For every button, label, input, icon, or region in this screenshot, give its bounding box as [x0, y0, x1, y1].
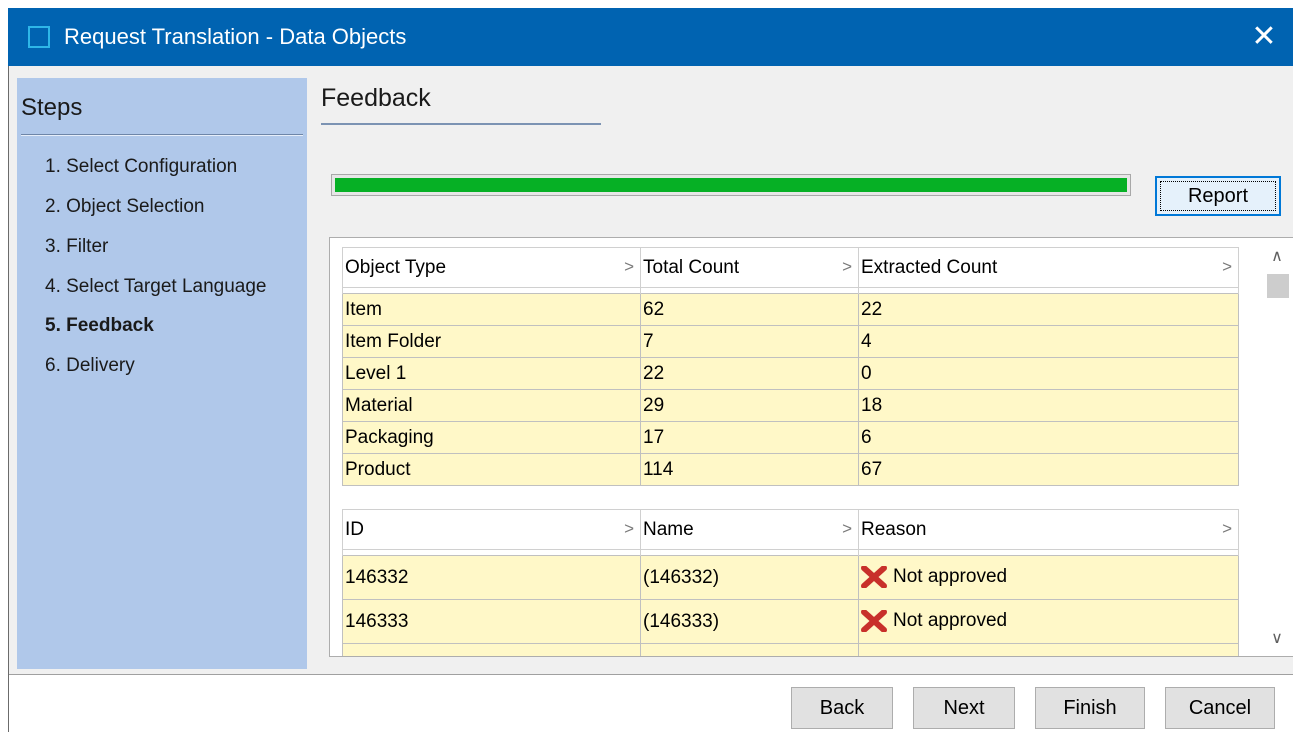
app-icon	[28, 26, 50, 48]
table-row[interactable]: 146332 (146332) Not approved	[342, 555, 1239, 600]
cell-extracted-count: 6	[858, 421, 1239, 454]
table-row[interactable]: Packaging 17 6	[342, 421, 1239, 454]
step-object-selection: 2. Object Selection	[45, 196, 205, 217]
detail-table: ID > Name > Reason > 146332 (146332) Not…	[342, 509, 1239, 656]
reason-text: Not approved	[893, 566, 1008, 588]
table-row[interactable]: Item Folder 7 4	[342, 325, 1239, 358]
chevron-right-icon: >	[842, 519, 852, 538]
step-select-target-language: 4. Select Target Language	[45, 276, 267, 297]
scroll-thumb[interactable]	[1267, 274, 1289, 298]
chevron-right-icon: >	[624, 519, 634, 538]
table-row[interactable]: Material 29 18	[342, 389, 1239, 422]
column-header-label: Object Type	[345, 256, 447, 278]
chevron-right-icon: >	[1222, 257, 1232, 276]
table-row[interactable]: Product 114 67	[342, 453, 1239, 486]
column-header-label: ID	[345, 518, 364, 540]
cell-id: 146333	[342, 599, 641, 644]
chevron-right-icon: >	[1222, 519, 1232, 538]
column-header-label: Name	[643, 518, 694, 540]
cell-object-type: Packaging	[342, 421, 641, 454]
chevron-right-icon: >	[624, 257, 634, 276]
cell-extracted-count: 4	[858, 325, 1239, 358]
table-row[interactable]: Item 62 22	[342, 293, 1239, 326]
progress-bar	[331, 174, 1131, 196]
dialog-body: Steps 1. Select Configuration 2. Object …	[8, 66, 1293, 733]
cell-object-type: Item	[342, 293, 641, 326]
cell-extracted-count: 22	[858, 293, 1239, 326]
cell-id: 146332	[342, 555, 641, 600]
close-button[interactable]: ✕	[1247, 20, 1281, 54]
report-button[interactable]: Report	[1155, 176, 1281, 216]
progress-fill	[335, 178, 1127, 192]
title-underline	[321, 123, 601, 125]
cell-total-count: 62	[640, 293, 859, 326]
column-header-id[interactable]: ID >	[342, 509, 641, 550]
cell-extracted-count: 0	[858, 357, 1239, 390]
report-button-label: Report	[1160, 181, 1276, 211]
column-header-label: Total Count	[643, 256, 740, 278]
column-header-label: Reason	[861, 518, 927, 540]
step-filter: 3. Filter	[45, 236, 109, 257]
chevron-up-icon[interactable]: ∧	[1260, 240, 1293, 274]
cell-reason: Not approved	[858, 555, 1239, 600]
step-delivery: 6. Delivery	[45, 355, 135, 376]
step-select-configuration: 1. Select Configuration	[45, 156, 238, 177]
steps-divider	[21, 134, 303, 136]
finish-button[interactable]: Finish	[1035, 687, 1145, 729]
cell-object-type: Item Folder	[342, 325, 641, 358]
column-header-reason[interactable]: Reason >	[858, 509, 1239, 550]
red-x-icon	[861, 610, 887, 633]
cell-name: (146333)	[640, 599, 859, 644]
cell-total-count: 29	[640, 389, 859, 422]
chevron-right-icon: >	[842, 257, 852, 276]
cell-total-count: 114	[640, 453, 859, 486]
column-header-label: Extracted Count	[861, 256, 998, 278]
back-button[interactable]: Back	[791, 687, 893, 729]
cell-extracted-count: 67	[858, 453, 1239, 486]
cell-total-count: 7	[640, 325, 859, 358]
column-header-total-count[interactable]: Total Count >	[640, 247, 859, 288]
chevron-down-icon[interactable]: ∨	[1260, 622, 1293, 656]
cell-object-type: Level 1	[342, 357, 641, 390]
summary-table: Object Type > Total Count > Extracted Co…	[342, 247, 1239, 486]
cell-name: (146332)	[640, 555, 859, 600]
cell-empty	[640, 643, 859, 656]
steps-header: Steps	[21, 94, 83, 121]
column-header-extracted-count[interactable]: Extracted Count >	[858, 247, 1239, 288]
cell-reason: Not approved	[858, 599, 1239, 644]
column-header-name[interactable]: Name >	[640, 509, 859, 550]
title-bar[interactable]: Request Translation - Data Objects ✕	[8, 8, 1293, 66]
cell-object-type: Material	[342, 389, 641, 422]
vertical-scrollbar[interactable]: ∧ ∨	[1260, 238, 1293, 656]
table-row	[342, 643, 1239, 656]
page-title: Feedback	[321, 84, 431, 112]
cell-empty	[342, 643, 641, 656]
cell-empty	[858, 643, 1239, 656]
cancel-button[interactable]: Cancel	[1165, 687, 1275, 729]
cell-extracted-count: 18	[858, 389, 1239, 422]
column-header-object-type[interactable]: Object Type >	[342, 247, 641, 288]
cell-total-count: 17	[640, 421, 859, 454]
next-button[interactable]: Next	[913, 687, 1015, 729]
cell-total-count: 22	[640, 357, 859, 390]
window-title: Request Translation - Data Objects	[64, 24, 407, 49]
table-row[interactable]: Level 1 22 0	[342, 357, 1239, 390]
button-bar: Back Next Finish Cancel	[9, 674, 1293, 733]
steps-panel: Steps 1. Select Configuration 2. Object …	[17, 78, 307, 669]
reason-text: Not approved	[893, 610, 1008, 632]
table-row[interactable]: 146333 (146333) Not approved	[342, 599, 1239, 644]
red-x-icon	[861, 566, 887, 589]
results-scroll-pane[interactable]: Object Type > Total Count > Extracted Co…	[329, 237, 1293, 657]
step-feedback: 5. Feedback	[45, 315, 154, 336]
cell-object-type: Product	[342, 453, 641, 486]
